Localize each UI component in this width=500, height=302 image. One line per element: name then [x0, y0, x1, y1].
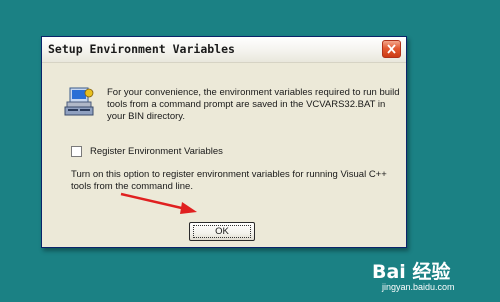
ok-button[interactable]: OK: [189, 222, 255, 241]
dialog-titlebar[interactable]: Setup Environment Variables: [42, 37, 406, 63]
ok-label: OK: [193, 225, 251, 238]
baidu-watermark: Bai 经验 jingyan.baidu.com: [372, 257, 492, 297]
setup-environment-dialog: Setup Environment Variables For your con…: [41, 36, 407, 248]
close-button[interactable]: [382, 40, 401, 58]
close-icon: [387, 44, 396, 54]
register-env-checkbox[interactable]: [71, 145, 82, 157]
watermark-url: jingyan.baidu.com: [382, 282, 455, 292]
info-message: For your convenience, the environment va…: [107, 87, 400, 122]
option-hint: Turn on this option to register environm…: [71, 169, 387, 192]
dialog-title: Setup Environment Variables: [48, 42, 235, 56]
register-env-option[interactable]: Register Environment Variables: [71, 144, 223, 158]
register-env-label[interactable]: Register Environment Variables: [90, 146, 223, 157]
computer-setup-icon: [64, 87, 94, 116]
watermark-logo: Bai 经验: [372, 261, 451, 283]
